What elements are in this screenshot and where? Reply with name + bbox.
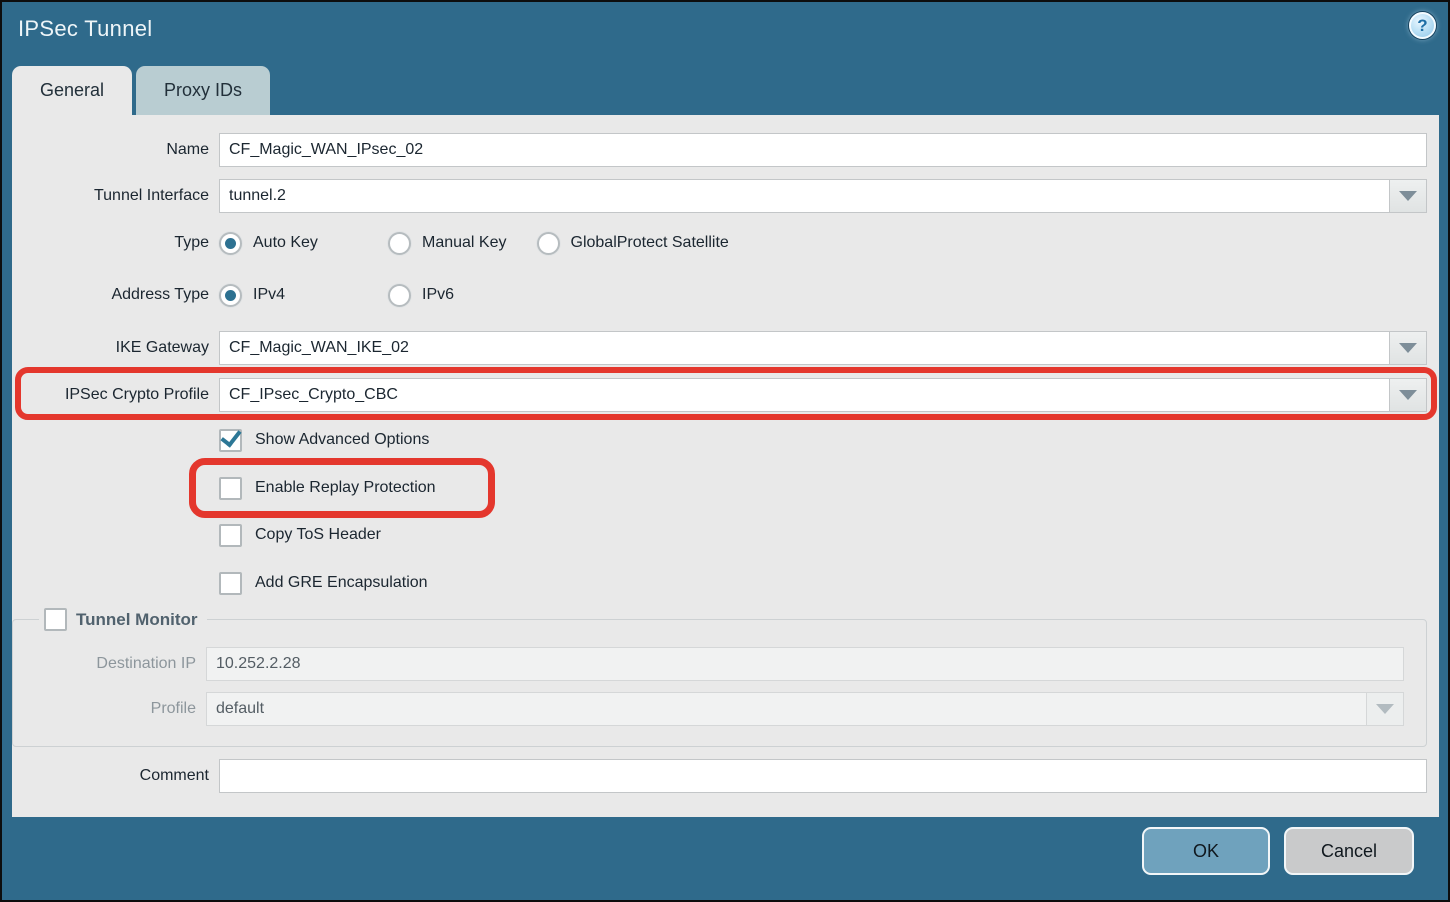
radio-option-auto-key[interactable]: Auto Key	[219, 232, 358, 255]
show-advanced-options-checkbox[interactable]	[219, 429, 242, 452]
radio-ipv6[interactable]	[388, 284, 411, 307]
tunnel-monitor-fieldset: Tunnel Monitor Destination IP Profile	[12, 608, 1427, 747]
profile-select	[206, 692, 1404, 726]
ike-gateway-dropdown-button[interactable]	[1389, 331, 1427, 365]
question-mark-glyph: ?	[1417, 17, 1427, 34]
type-row: Type Auto Key Manual Key GlobalProtect S…	[12, 230, 1427, 256]
ipsec-crypto-profile-row: IPSec Crypto Profile	[12, 378, 1427, 412]
comment-row: Comment	[12, 759, 1427, 793]
ike-gateway-input[interactable]	[219, 331, 1389, 365]
tunnel-interface-input[interactable]	[219, 179, 1389, 213]
ike-gateway-row: IKE Gateway	[12, 331, 1427, 365]
tunnel-interface-label: Tunnel Interface	[12, 187, 209, 205]
show-advanced-options-row[interactable]: Show Advanced Options	[12, 427, 1427, 453]
name-label: Name	[12, 141, 209, 159]
radio-option-manual-key[interactable]: Manual Key	[388, 232, 507, 255]
comment-label: Comment	[12, 767, 209, 785]
radio-ipv6-label: IPv6	[422, 286, 454, 304]
tab-proxy-ids[interactable]: Proxy IDs	[136, 66, 270, 115]
destination-ip-input	[206, 647, 1404, 681]
radio-globalprotect-satellite[interactable]	[537, 232, 560, 255]
tunnel-interface-select	[219, 179, 1427, 213]
chevron-down-icon	[1399, 343, 1417, 353]
ipsec-crypto-profile-dropdown-button[interactable]	[1389, 378, 1427, 412]
radio-option-ipv6[interactable]: IPv6	[388, 284, 454, 307]
radio-option-globalprotect-satellite[interactable]: GlobalProtect Satellite	[537, 232, 729, 255]
ipsec-tunnel-dialog: IPSec Tunnel ? General Proxy IDs Name Tu…	[0, 0, 1450, 902]
type-label: Type	[12, 234, 209, 252]
radio-ipv4[interactable]	[219, 284, 242, 307]
chevron-down-icon	[1399, 191, 1417, 201]
copy-tos-header-label: Copy ToS Header	[255, 526, 381, 544]
destination-ip-label: Destination IP	[13, 655, 196, 673]
ipsec-crypto-profile-select	[219, 378, 1427, 412]
ipsec-crypto-profile-label: IPSec Crypto Profile	[12, 386, 209, 404]
radio-manual-key-label: Manual Key	[422, 234, 507, 252]
tab-general[interactable]: General	[12, 66, 132, 115]
tab-bar: General Proxy IDs	[12, 66, 270, 115]
enable-replay-protection-row[interactable]: Enable Replay Protection	[12, 475, 1427, 501]
help-icon[interactable]: ?	[1409, 12, 1436, 39]
profile-input	[206, 692, 1366, 726]
cancel-button[interactable]: Cancel	[1284, 827, 1414, 875]
enable-replay-protection-checkbox[interactable]	[219, 477, 242, 500]
profile-row: Profile	[13, 692, 1404, 726]
tunnel-monitor-legend: Tunnel Monitor	[39, 608, 207, 631]
profile-label: Profile	[13, 700, 196, 718]
radio-manual-key[interactable]	[388, 232, 411, 255]
profile-dropdown-button	[1366, 692, 1404, 726]
copy-tos-header-row[interactable]: Copy ToS Header	[12, 522, 1427, 548]
ipsec-crypto-profile-input[interactable]	[219, 378, 1389, 412]
tunnel-interface-row: Tunnel Interface	[12, 179, 1427, 213]
radio-globalprotect-satellite-label: GlobalProtect Satellite	[571, 234, 729, 252]
comment-input[interactable]	[219, 759, 1427, 793]
tunnel-monitor-label: Tunnel Monitor	[76, 610, 198, 630]
tunnel-monitor-checkbox[interactable]	[44, 608, 67, 631]
ok-button[interactable]: OK	[1142, 827, 1270, 875]
footer-bar: OK Cancel	[4, 817, 1446, 898]
chevron-down-icon	[1376, 704, 1394, 714]
ike-gateway-select	[219, 331, 1427, 365]
address-type-label: Address Type	[12, 286, 209, 304]
address-type-row: Address Type IPv4 IPv6	[12, 282, 1427, 308]
radio-auto-key-label: Auto Key	[253, 234, 318, 252]
general-tab-panel: Name Tunnel Interface Type Auto Key Manu…	[12, 115, 1439, 819]
tunnel-interface-dropdown-button[interactable]	[1389, 179, 1427, 213]
enable-replay-protection-label: Enable Replay Protection	[255, 479, 436, 497]
name-row: Name	[12, 133, 1427, 167]
radio-auto-key[interactable]	[219, 232, 242, 255]
name-input[interactable]	[219, 133, 1427, 167]
ike-gateway-label: IKE Gateway	[12, 339, 209, 357]
show-advanced-options-label: Show Advanced Options	[255, 431, 429, 449]
chevron-down-icon	[1399, 390, 1417, 400]
radio-option-ipv4[interactable]: IPv4	[219, 284, 358, 307]
add-gre-encapsulation-checkbox[interactable]	[219, 572, 242, 595]
add-gre-encapsulation-label: Add GRE Encapsulation	[255, 574, 428, 592]
title-bar: IPSec Tunnel ?	[2, 2, 1448, 66]
copy-tos-header-checkbox[interactable]	[219, 524, 242, 547]
radio-ipv4-label: IPv4	[253, 286, 285, 304]
destination-ip-row: Destination IP	[13, 647, 1404, 681]
dialog-title: IPSec Tunnel	[18, 16, 152, 42]
add-gre-encapsulation-row[interactable]: Add GRE Encapsulation	[12, 570, 1427, 596]
